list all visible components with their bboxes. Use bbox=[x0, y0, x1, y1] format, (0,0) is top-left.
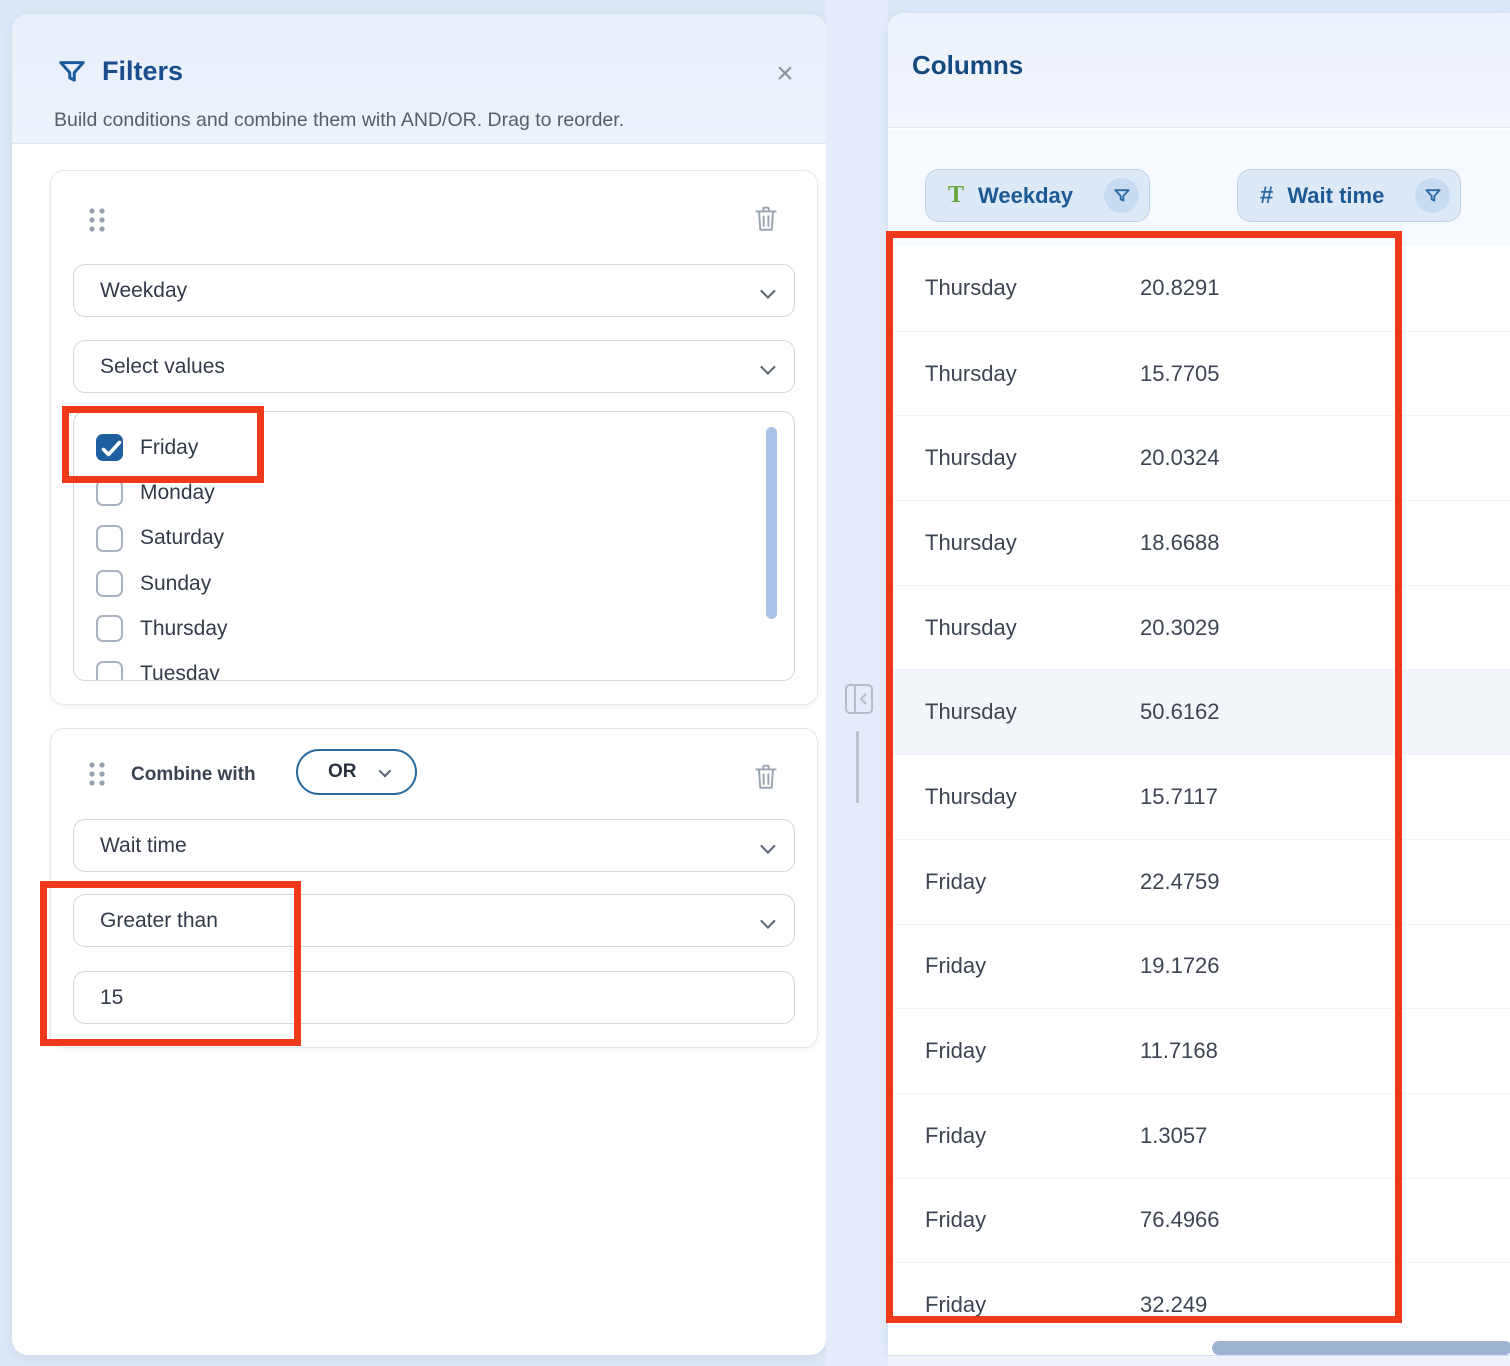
checkbox-option-tuesday[interactable]: Tuesday bbox=[74, 651, 794, 681]
drag-handle-icon[interactable] bbox=[87, 761, 107, 792]
filter-condition-card-2: Combine with OR Wait time Greater than 1… bbox=[50, 728, 818, 1048]
filters-subtitle: Build conditions and combine them with A… bbox=[54, 109, 624, 132]
checkbox[interactable] bbox=[96, 570, 123, 597]
values-select-placeholder: Select values bbox=[100, 355, 225, 379]
columns-panel-header: Columns bbox=[888, 13, 1510, 128]
column-filter-icon[interactable] bbox=[1104, 178, 1139, 213]
table-row[interactable]: Thursday18.6688 bbox=[888, 500, 1510, 585]
text-type-icon: T bbox=[948, 182, 964, 209]
checkbox-option-sunday[interactable]: Sunday bbox=[74, 561, 794, 606]
chevron-down-icon bbox=[760, 913, 776, 929]
checkbox-option-saturday[interactable]: Saturday bbox=[74, 516, 794, 561]
filters-panel-header: Filters × Build conditions and combine t… bbox=[12, 14, 826, 144]
values-checkbox-list: Friday Monday Saturday Sunday Thursday T… bbox=[73, 411, 795, 681]
table-row[interactable]: Friday11.7168 bbox=[888, 1008, 1510, 1093]
table-row[interactable]: Friday1.3057 bbox=[888, 1093, 1510, 1178]
value-input[interactable]: 15 bbox=[73, 971, 795, 1024]
chevron-down-icon bbox=[378, 764, 391, 777]
checkbox[interactable] bbox=[96, 661, 123, 681]
table-row[interactable]: Thursday20.3029 bbox=[888, 585, 1510, 670]
chevron-down-icon bbox=[760, 838, 776, 854]
field-select[interactable]: Wait time bbox=[73, 819, 795, 872]
field-select-value: Wait time bbox=[100, 834, 187, 858]
values-select[interactable]: Select values bbox=[73, 340, 795, 393]
table-row[interactable]: Friday32.249 bbox=[888, 1262, 1510, 1347]
filters-panel: Filters × Build conditions and combine t… bbox=[12, 14, 826, 1355]
horizontal-scrollbar-track bbox=[888, 1356, 1510, 1366]
checkbox[interactable] bbox=[96, 525, 123, 552]
checkbox-option-thursday[interactable]: Thursday bbox=[74, 606, 794, 651]
filter-condition-card-1: Weekday Select values Friday Monday Satu… bbox=[50, 170, 818, 705]
table-row[interactable]: Friday76.4966 bbox=[888, 1178, 1510, 1263]
column-chip-wait-time[interactable]: # Wait time bbox=[1237, 169, 1461, 222]
column-filter-icon[interactable] bbox=[1415, 178, 1450, 213]
operator-select[interactable]: Greater than bbox=[73, 894, 795, 947]
combine-with-label: Combine with bbox=[131, 764, 256, 786]
delete-condition-icon[interactable] bbox=[753, 205, 779, 238]
chevron-down-icon bbox=[760, 283, 776, 299]
table-row[interactable]: Thursday15.7705 bbox=[888, 331, 1510, 416]
resize-handle[interactable] bbox=[856, 731, 859, 803]
combine-operator-select[interactable]: OR bbox=[296, 749, 417, 795]
close-icon[interactable]: × bbox=[768, 60, 802, 88]
checkbox[interactable] bbox=[96, 434, 123, 461]
filter-funnel-icon bbox=[57, 57, 87, 92]
table-row[interactable]: Friday22.4759 bbox=[888, 839, 1510, 924]
chevron-down-icon bbox=[760, 359, 776, 375]
table-row[interactable]: Friday19.1726 bbox=[888, 924, 1510, 1009]
table-row[interactable]: Thursday50.6162 bbox=[888, 669, 1510, 754]
operator-select-value: Greater than bbox=[100, 909, 218, 933]
filters-title: Filters bbox=[102, 56, 183, 87]
data-table: Thursday20.8291 Thursday15.7705 Thursday… bbox=[888, 246, 1510, 1355]
columns-title: Columns bbox=[912, 50, 1023, 81]
checkbox[interactable] bbox=[96, 479, 123, 506]
table-row[interactable]: Thursday20.0324 bbox=[888, 415, 1510, 500]
checkbox[interactable] bbox=[96, 615, 123, 642]
value-input-text: 15 bbox=[100, 986, 123, 1010]
columns-panel: Columns T Weekday # Wait time Thursday20… bbox=[888, 13, 1510, 1355]
field-select-value: Weekday bbox=[100, 279, 187, 303]
collapse-panel-icon[interactable] bbox=[844, 683, 874, 720]
list-scrollbar[interactable] bbox=[766, 427, 777, 619]
table-row[interactable]: Thursday20.8291 bbox=[888, 246, 1510, 331]
delete-condition-icon[interactable] bbox=[753, 763, 779, 796]
column-chip-weekday[interactable]: T Weekday bbox=[925, 169, 1150, 222]
column-chips-row: T Weekday # Wait time bbox=[888, 129, 1510, 246]
checkbox-option-friday[interactable]: Friday bbox=[74, 425, 794, 470]
field-select[interactable]: Weekday bbox=[73, 264, 795, 317]
table-row[interactable]: Thursday15.7117 bbox=[888, 754, 1510, 839]
horizontal-scrollbar[interactable] bbox=[1212, 1341, 1510, 1355]
number-type-icon: # bbox=[1260, 182, 1273, 210]
checkbox-option-monday[interactable]: Monday bbox=[74, 470, 794, 515]
drag-handle-icon[interactable] bbox=[87, 207, 107, 238]
combine-operator-value: OR bbox=[328, 761, 357, 783]
